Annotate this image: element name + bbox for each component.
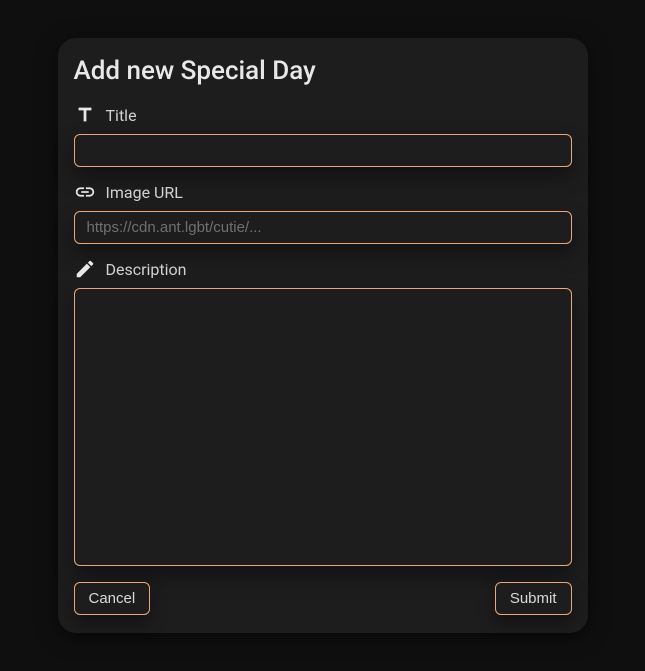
add-special-day-modal: Add new Special Day Title Image URL Desc…	[58, 38, 588, 633]
title-label-row: Title	[74, 104, 572, 126]
button-row: Cancel Submit	[74, 582, 572, 615]
image-url-label-row: Image URL	[74, 181, 572, 203]
description-label: Description	[106, 260, 187, 279]
edit-icon	[74, 258, 96, 280]
image-url-label: Image URL	[106, 183, 183, 202]
submit-button[interactable]: Submit	[495, 582, 572, 615]
description-textarea[interactable]	[74, 288, 572, 566]
title-icon	[74, 104, 96, 126]
link-icon	[74, 181, 96, 203]
description-label-row: Description	[74, 258, 572, 280]
title-input[interactable]	[74, 134, 572, 167]
image-url-input[interactable]	[74, 211, 572, 244]
title-label: Title	[106, 106, 137, 125]
modal-title: Add new Special Day	[74, 56, 572, 86]
cancel-button[interactable]: Cancel	[74, 582, 151, 615]
